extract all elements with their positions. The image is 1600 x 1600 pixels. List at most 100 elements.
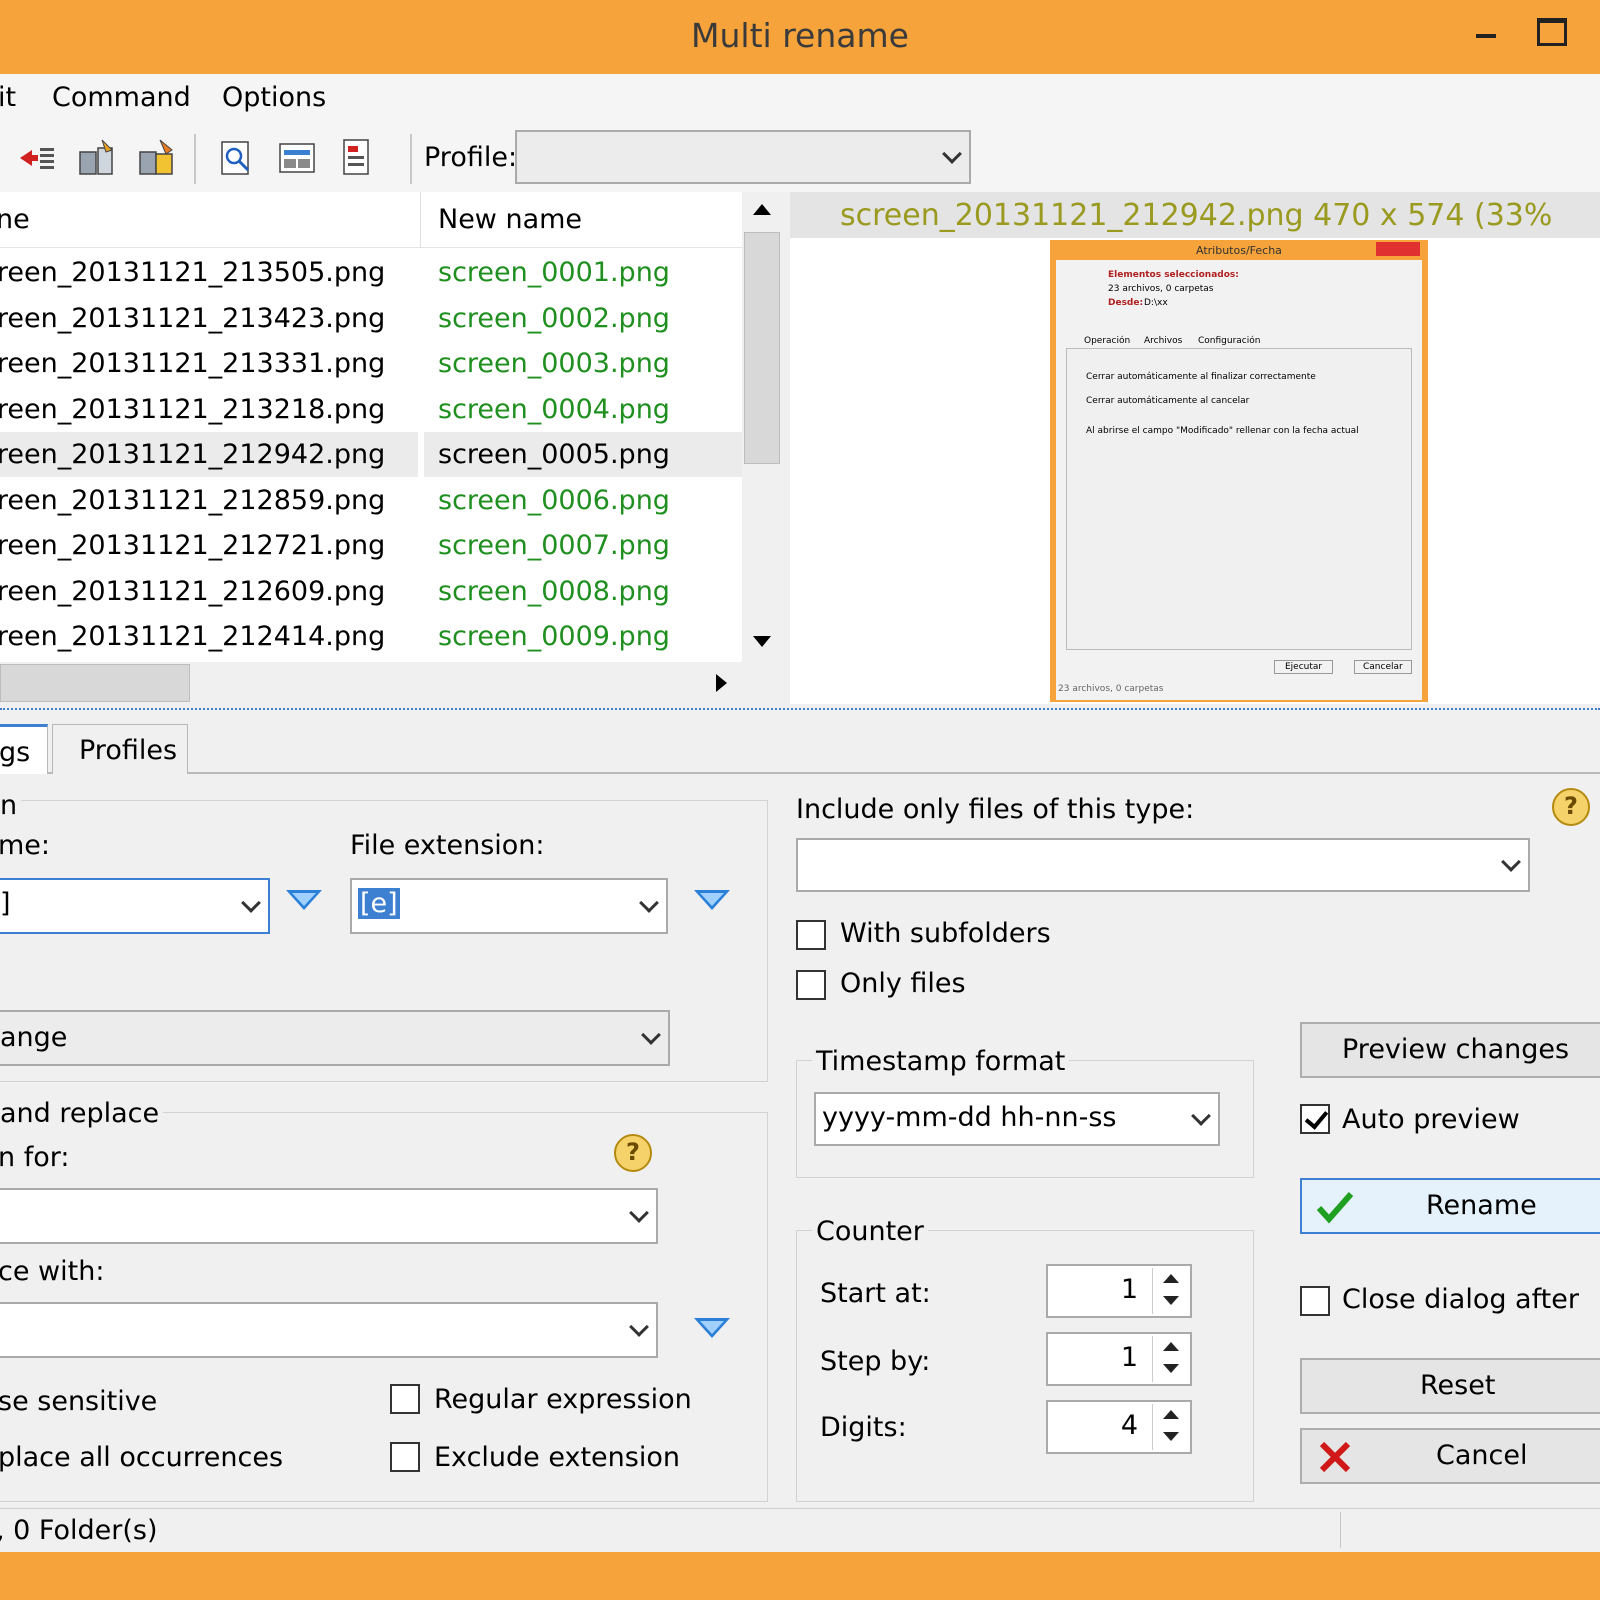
chevron-down-icon bbox=[1191, 1106, 1211, 1126]
case-combo[interactable]: ange bbox=[0, 1010, 670, 1066]
search-label: n for: bbox=[0, 1142, 70, 1173]
replace-combo[interactable] bbox=[0, 1302, 658, 1358]
rename-files-icon[interactable] bbox=[78, 138, 116, 178]
auto-preview-checkbox[interactable] bbox=[1300, 1104, 1330, 1134]
regex-label[interactable]: Regular expression bbox=[434, 1384, 692, 1415]
scroll-down-icon[interactable] bbox=[742, 622, 782, 662]
scroll-up-icon[interactable] bbox=[742, 192, 782, 230]
thumb-panel bbox=[1066, 348, 1412, 650]
new-name: screen_0005.png bbox=[438, 439, 670, 470]
column-old-name[interactable]: ne bbox=[0, 204, 30, 235]
undo-icon[interactable] bbox=[18, 138, 56, 178]
minimize-button[interactable] bbox=[1472, 18, 1502, 48]
cancel-button[interactable]: Cancel bbox=[1300, 1428, 1600, 1484]
horizontal-scrollbar[interactable] bbox=[0, 662, 742, 704]
auto-preview-label[interactable]: Auto preview bbox=[1342, 1104, 1520, 1135]
red-x-icon bbox=[1319, 1441, 1351, 1473]
edit-rename-icon[interactable] bbox=[138, 138, 176, 178]
old-name: screen_20131121_212414.png bbox=[0, 621, 386, 652]
help-icon[interactable]: ? bbox=[1552, 788, 1590, 826]
exclude-ext-checkbox[interactable] bbox=[390, 1442, 420, 1472]
tab-settings[interactable]: gs bbox=[0, 724, 48, 774]
search-file-icon[interactable] bbox=[218, 138, 256, 178]
timestamp-combo[interactable]: yyyy-mm-dd hh-nn-ss bbox=[814, 1092, 1220, 1146]
tab-profiles[interactable]: Profiles bbox=[52, 724, 188, 774]
maximize-button[interactable] bbox=[1535, 14, 1567, 46]
counter-title: Counter bbox=[812, 1216, 928, 1247]
thumb-from-value: D:\xx bbox=[1144, 298, 1168, 308]
profile-combo[interactable] bbox=[515, 130, 971, 184]
table-row[interactable]: screen_20131121_212942.png screen_0005.pn… bbox=[0, 432, 742, 477]
thumb-line: 23 archivos, 0 carpetas bbox=[1108, 284, 1214, 294]
vertical-scrollbar[interactable] bbox=[742, 192, 782, 662]
table-row[interactable]: screen_20131121_212414.png screen_0009.pn… bbox=[0, 614, 742, 659]
table-row[interactable]: screen_20131121_213331.png screen_0003.pn… bbox=[0, 341, 742, 386]
thumb-cancel: Cancelar bbox=[1354, 660, 1412, 674]
table-row[interactable]: screen_20131121_212609.png screen_0008.pn… bbox=[0, 569, 742, 614]
file-list[interactable]: ne New name screen_20131121_213505.png sc… bbox=[0, 192, 782, 704]
column-new-name[interactable]: New name bbox=[438, 204, 582, 235]
digits-spinner[interactable]: 4 bbox=[1046, 1400, 1192, 1454]
menu-options[interactable]: Options bbox=[222, 82, 326, 113]
old-name: screen_20131121_212942.png bbox=[0, 439, 386, 470]
regex-checkbox[interactable] bbox=[390, 1384, 420, 1414]
replace-all-label[interactable]: place all occurrences bbox=[0, 1442, 283, 1473]
ext-mask-insert-icon[interactable] bbox=[694, 890, 730, 910]
thumb-content: Elementos seleccionados: 23 archivos, 0 … bbox=[1056, 260, 1422, 700]
rename-button[interactable]: Rename bbox=[1300, 1178, 1600, 1234]
chevron-down-icon bbox=[241, 893, 261, 913]
start-at-spinner[interactable]: 1 bbox=[1046, 1264, 1192, 1318]
scroll-right-icon[interactable] bbox=[702, 662, 742, 704]
include-type-combo[interactable] bbox=[796, 838, 1530, 892]
reset-label: Reset bbox=[1420, 1370, 1496, 1401]
menu-bar: it Command Options bbox=[0, 74, 1600, 124]
case-sensitive-label[interactable]: se sensitive bbox=[0, 1386, 157, 1417]
table-row[interactable]: screen_20131121_213423.png screen_0002.pn… bbox=[0, 296, 742, 341]
thumb-from-label: Desde: bbox=[1108, 298, 1144, 308]
old-name: screen_20131121_213331.png bbox=[0, 348, 386, 379]
close-dialog-checkbox[interactable] bbox=[1300, 1286, 1330, 1316]
old-name: screen_20131121_213218.png bbox=[0, 393, 386, 425]
preview-thumbnail: Atributos/Fecha Elementos seleccionados:… bbox=[1050, 240, 1428, 702]
ext-mask-combo[interactable]: [e] bbox=[350, 878, 668, 934]
table-row[interactable]: screen_20131121_213505.png screen_0001.pn… bbox=[0, 250, 742, 295]
old-name-cell: screen_20131121_213331.png bbox=[0, 341, 418, 386]
table-row[interactable]: screen_20131121_212721.png screen_0007.pn… bbox=[0, 523, 742, 568]
preview-changes-button[interactable]: Preview changes bbox=[1300, 1022, 1600, 1078]
spinner-arrows-icon[interactable] bbox=[1152, 1404, 1188, 1450]
table-row[interactable]: screen_20131121_212859.png screen_0006.pn… bbox=[0, 478, 742, 523]
exclude-ext-label[interactable]: Exclude extension bbox=[434, 1442, 680, 1473]
menu-command[interactable]: Command bbox=[52, 82, 191, 113]
with-subfolders-checkbox[interactable] bbox=[796, 920, 826, 950]
close-dialog-label[interactable]: Close dialog after bbox=[1342, 1284, 1579, 1315]
table-row[interactable]: screen_20131121_213218.png screen_0004.pn… bbox=[0, 387, 742, 432]
spinner-arrows-icon[interactable] bbox=[1152, 1268, 1188, 1314]
with-subfolders-label[interactable]: With subfolders bbox=[840, 918, 1051, 949]
chevron-down-icon bbox=[629, 1317, 649, 1337]
reset-button[interactable]: Reset bbox=[1300, 1358, 1600, 1414]
preview-pane: screen_20131121_212942.png 470 x 574 (33… bbox=[790, 192, 1600, 704]
splitter[interactable] bbox=[0, 708, 1600, 718]
only-files-checkbox[interactable] bbox=[796, 970, 826, 1000]
load-list-icon[interactable] bbox=[338, 138, 376, 178]
new-name: screen_0009.png bbox=[438, 621, 670, 652]
menu-edit[interactable]: it bbox=[0, 82, 16, 113]
name-mask-insert-icon[interactable] bbox=[286, 890, 322, 910]
checkmark-icon bbox=[1316, 1192, 1354, 1224]
help-icon[interactable]: ? bbox=[614, 1134, 652, 1172]
replace-insert-icon[interactable] bbox=[694, 1318, 730, 1338]
thumb-tab: Configuración bbox=[1198, 336, 1261, 346]
scroll-corner bbox=[742, 662, 782, 704]
name-mask-combo[interactable]: ] bbox=[0, 878, 270, 934]
old-name: screen_20131121_212721.png bbox=[0, 530, 386, 561]
spinner-arrows-icon[interactable] bbox=[1152, 1336, 1188, 1382]
scroll-thumb[interactable] bbox=[744, 232, 780, 464]
step-by-spinner[interactable]: 1 bbox=[1046, 1332, 1192, 1386]
scroll-thumb[interactable] bbox=[0, 664, 190, 702]
new-name: screen_0006.png bbox=[438, 484, 670, 516]
search-combo[interactable] bbox=[0, 1188, 658, 1244]
only-files-label[interactable]: Only files bbox=[840, 968, 966, 999]
window-title: Multi rename bbox=[691, 16, 909, 55]
column-separator[interactable] bbox=[420, 192, 421, 248]
view-file-icon[interactable] bbox=[278, 138, 316, 178]
